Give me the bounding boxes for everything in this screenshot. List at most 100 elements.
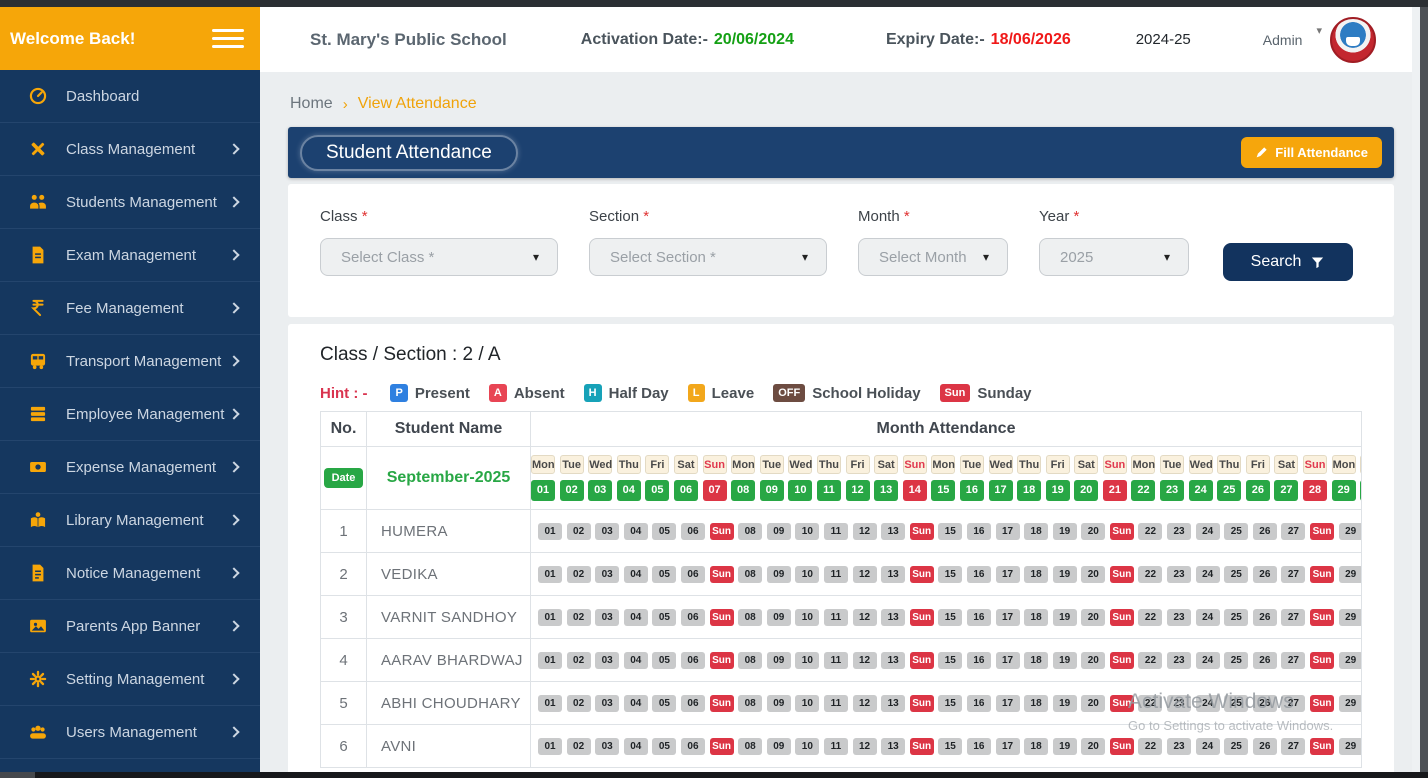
attendance-day-chip[interactable]: 29 — [1339, 523, 1362, 540]
attendance-day-chip[interactable]: 23 — [1167, 738, 1191, 755]
attendance-day-chip[interactable]: 24 — [1196, 609, 1220, 626]
attendance-day-chip[interactable]: 04 — [624, 566, 648, 583]
attendance-day-chip[interactable]: 09 — [767, 609, 791, 626]
attendance-day-chip[interactable]: 23 — [1167, 566, 1191, 583]
hamburger-menu-icon[interactable] — [212, 24, 244, 53]
attendance-day-chip[interactable]: 09 — [767, 738, 791, 755]
attendance-day-chip[interactable]: 16 — [967, 609, 991, 626]
attendance-day-chip[interactable]: 08 — [738, 652, 762, 669]
attendance-day-chip[interactable]: 20 — [1081, 652, 1105, 669]
attendance-day-chip[interactable]: 11 — [824, 609, 848, 626]
sidebar-item-employee-management[interactable]: Employee Management — [0, 388, 260, 441]
attendance-day-chip[interactable]: 03 — [595, 566, 619, 583]
attendance-day-chip[interactable]: 06 — [681, 609, 705, 626]
search-button[interactable]: Search — [1223, 243, 1353, 281]
attendance-day-chip[interactable]: 20 — [1081, 523, 1105, 540]
attendance-day-chip[interactable]: 11 — [824, 695, 848, 712]
attendance-day-chip[interactable]: 18 — [1024, 738, 1048, 755]
class-select[interactable]: Select Class *▾ — [320, 238, 558, 276]
sidebar-item-users-management[interactable]: Users Management — [0, 706, 260, 759]
attendance-day-chip[interactable]: 13 — [881, 566, 905, 583]
attendance-day-chip[interactable]: 25 — [1224, 609, 1248, 626]
attendance-day-chip[interactable]: 29 — [1339, 738, 1362, 755]
fill-attendance-button[interactable]: Fill Attendance — [1241, 137, 1382, 168]
attendance-day-chip[interactable]: 20 — [1081, 609, 1105, 626]
attendance-day-chip[interactable]: 08 — [738, 738, 762, 755]
month-select[interactable]: Select Month▾ — [858, 238, 1008, 276]
breadcrumb-home-link[interactable]: Home — [290, 95, 333, 113]
sidebar-item-notice-management[interactable]: Notice Management — [0, 547, 260, 600]
attendance-day-chip[interactable]: 02 — [567, 652, 591, 669]
attendance-day-chip[interactable]: 16 — [967, 738, 991, 755]
sidebar-item-setting-management[interactable]: Setting Management — [0, 653, 260, 706]
attendance-day-chip[interactable]: 26 — [1253, 609, 1277, 626]
attendance-day-chip[interactable]: 02 — [567, 738, 591, 755]
attendance-day-chip[interactable]: 12 — [853, 695, 877, 712]
attendance-day-chip[interactable]: 25 — [1224, 738, 1248, 755]
sidebar-item-exam-management[interactable]: Exam Management — [0, 229, 260, 282]
attendance-day-chip[interactable]: 24 — [1196, 738, 1220, 755]
attendance-day-chip[interactable]: 26 — [1253, 695, 1277, 712]
attendance-day-chip[interactable]: 20 — [1081, 695, 1105, 712]
attendance-day-chip[interactable]: 19 — [1053, 523, 1077, 540]
attendance-day-chip[interactable]: 13 — [881, 652, 905, 669]
sidebar-item-expense-management[interactable]: Expense Management — [0, 441, 260, 494]
attendance-day-chip[interactable]: 22 — [1138, 738, 1162, 755]
attendance-day-chip[interactable]: 13 — [881, 695, 905, 712]
attendance-day-chip[interactable]: 08 — [738, 609, 762, 626]
attendance-day-chip[interactable]: 04 — [624, 738, 648, 755]
attendance-day-chip[interactable]: 10 — [795, 609, 819, 626]
attendance-day-chip[interactable]: 02 — [567, 609, 591, 626]
attendance-day-chip[interactable]: 15 — [938, 652, 962, 669]
attendance-day-chip[interactable]: 10 — [795, 695, 819, 712]
attendance-day-chip[interactable]: 24 — [1196, 523, 1220, 540]
attendance-day-chip[interactable]: 12 — [853, 652, 877, 669]
sidebar-item-library-management[interactable]: Library Management — [0, 494, 260, 547]
attendance-day-chip[interactable]: 17 — [996, 523, 1020, 540]
attendance-day-chip[interactable]: 01 — [538, 566, 562, 583]
attendance-day-chip[interactable]: 17 — [996, 738, 1020, 755]
attendance-day-chip[interactable]: 29 — [1339, 609, 1362, 626]
attendance-day-chip[interactable]: 01 — [538, 695, 562, 712]
attendance-day-chip[interactable]: 15 — [938, 566, 962, 583]
attendance-day-chip[interactable]: 29 — [1339, 566, 1362, 583]
attendance-day-chip[interactable]: 15 — [938, 695, 962, 712]
attendance-day-chip[interactable]: 27 — [1281, 738, 1305, 755]
sidebar-item-dashboard[interactable]: Dashboard — [0, 70, 260, 123]
attendance-day-chip[interactable]: 03 — [595, 695, 619, 712]
caret-down-icon[interactable]: ▾ — [1316, 24, 1322, 37]
attendance-day-chip[interactable]: 05 — [652, 523, 676, 540]
attendance-day-chip[interactable]: 03 — [595, 609, 619, 626]
sidebar-item-parents-app-banner[interactable]: Parents App Banner — [0, 600, 260, 653]
attendance-day-chip[interactable]: 02 — [567, 695, 591, 712]
admin-user-menu[interactable]: Admin — [1263, 32, 1303, 48]
attendance-day-chip[interactable]: 05 — [652, 566, 676, 583]
attendance-day-chip[interactable]: 10 — [795, 566, 819, 583]
attendance-day-chip[interactable]: 01 — [538, 738, 562, 755]
attendance-day-chip[interactable]: 01 — [538, 523, 562, 540]
attendance-day-chip[interactable]: 09 — [767, 566, 791, 583]
vertical-scrollbar-thumb[interactable] — [1420, 0, 1428, 778]
attendance-day-chip[interactable]: 22 — [1138, 695, 1162, 712]
attendance-day-chip[interactable]: 11 — [824, 566, 848, 583]
sidebar-item-students-management[interactable]: Students Management — [0, 176, 260, 229]
attendance-day-chip[interactable]: 06 — [681, 652, 705, 669]
attendance-day-chip[interactable]: 10 — [795, 738, 819, 755]
attendance-day-chip[interactable]: 26 — [1253, 738, 1277, 755]
attendance-day-chip[interactable]: 05 — [652, 609, 676, 626]
attendance-day-chip[interactable]: 22 — [1138, 566, 1162, 583]
attendance-day-chip[interactable]: 22 — [1138, 609, 1162, 626]
attendance-day-chip[interactable]: 23 — [1167, 695, 1191, 712]
attendance-day-chip[interactable]: 16 — [967, 566, 991, 583]
attendance-day-chip[interactable]: 03 — [595, 523, 619, 540]
attendance-day-chip[interactable]: 27 — [1281, 609, 1305, 626]
vertical-scrollbar-track[interactable] — [1412, 7, 1420, 772]
attendance-day-chip[interactable]: 12 — [853, 609, 877, 626]
attendance-day-chip[interactable]: 19 — [1053, 652, 1077, 669]
attendance-day-chip[interactable]: 18 — [1024, 523, 1048, 540]
attendance-day-chip[interactable]: 20 — [1081, 738, 1105, 755]
attendance-day-chip[interactable]: 18 — [1024, 566, 1048, 583]
school-logo[interactable] — [1330, 17, 1376, 63]
sidebar-item-class-management[interactable]: Class Management — [0, 123, 260, 176]
attendance-day-chip[interactable]: 17 — [996, 609, 1020, 626]
